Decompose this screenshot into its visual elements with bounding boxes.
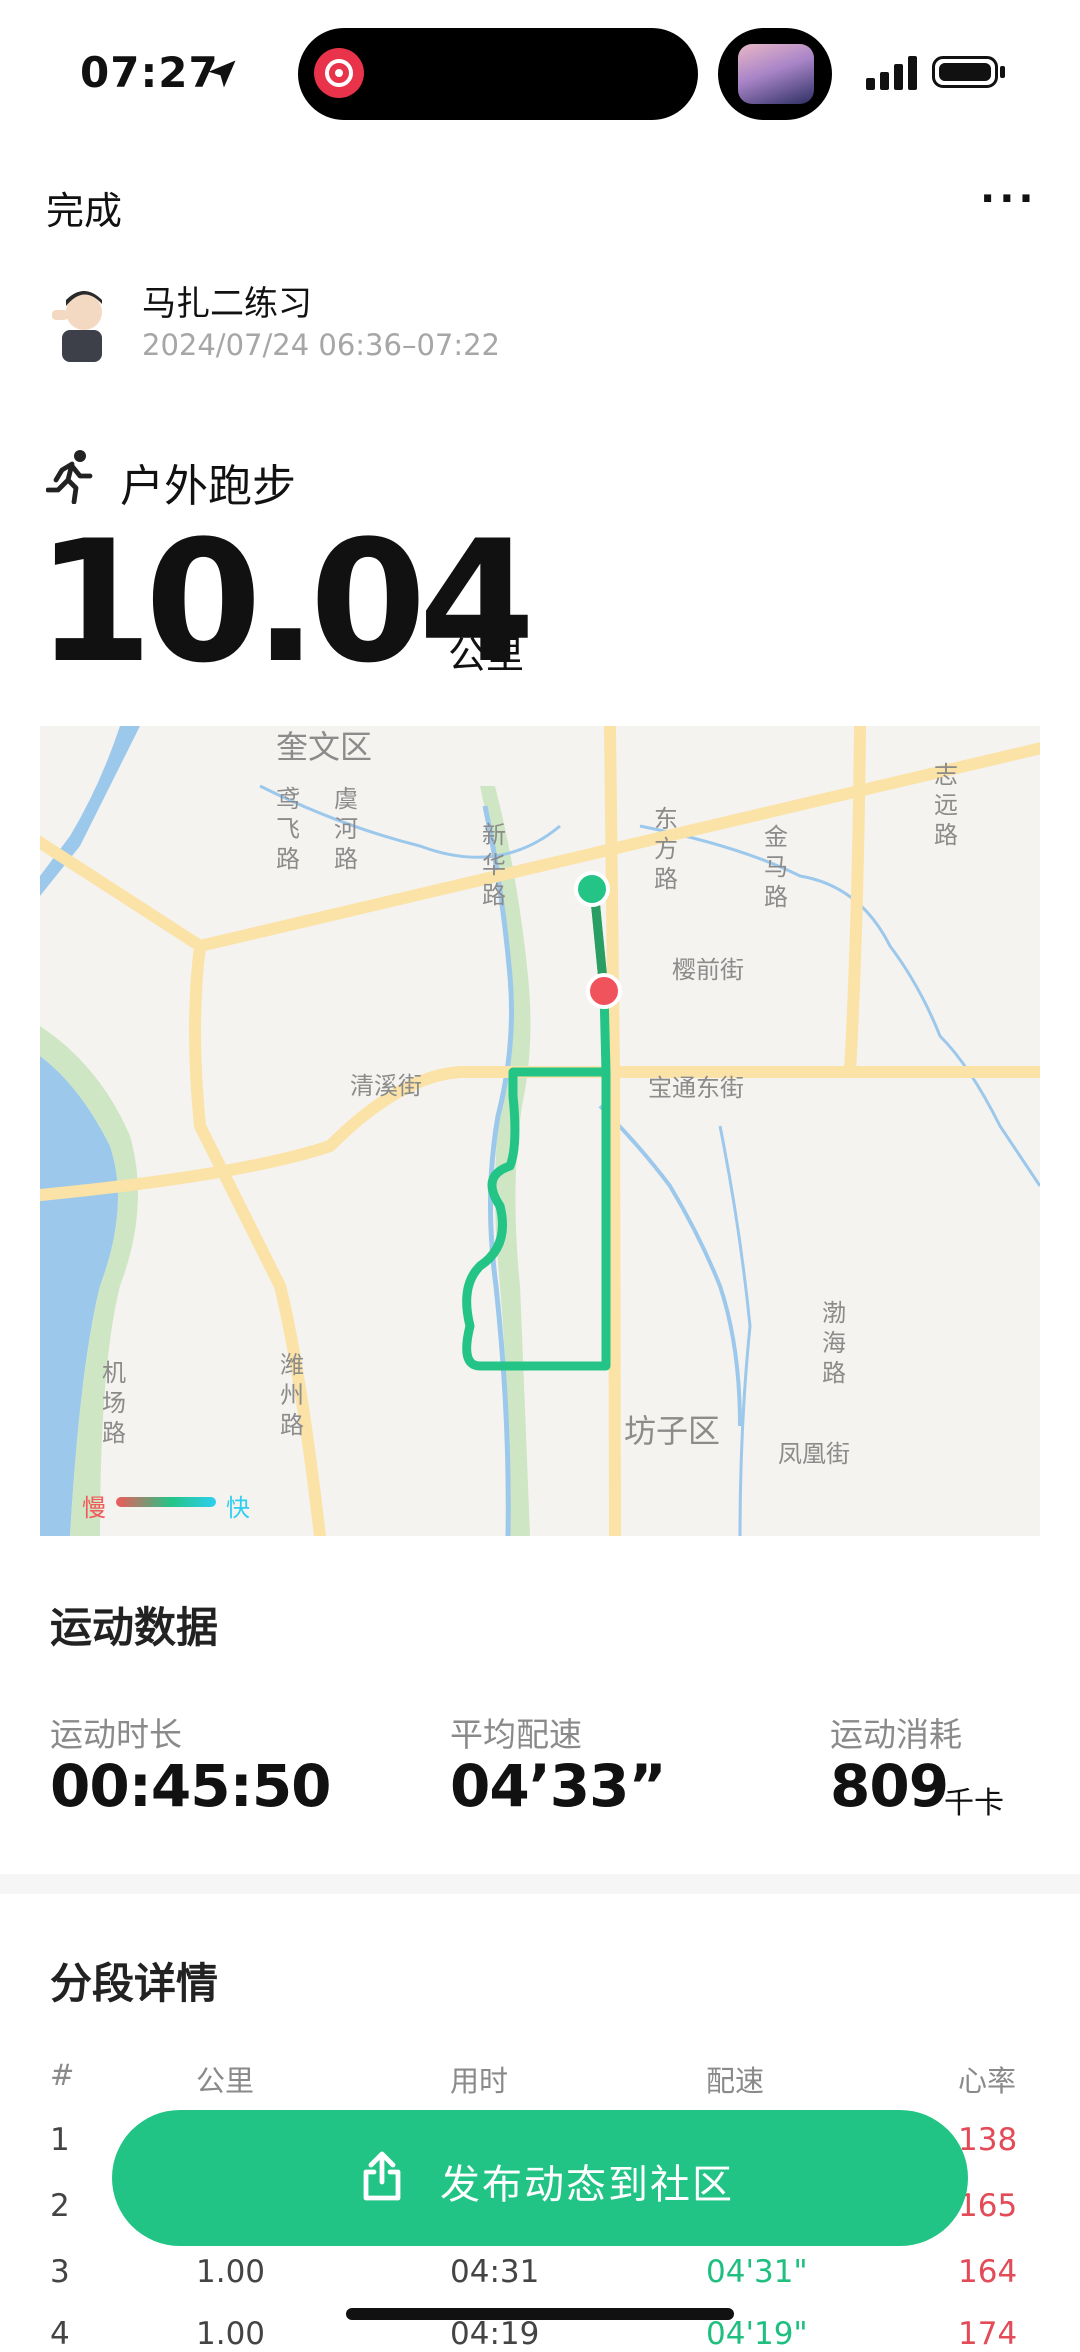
location-arrow-icon [208, 60, 236, 88]
map-label-road: 机 场 路 [102, 1359, 126, 1447]
split-row-heart-rate: 174 [958, 2316, 1018, 2352]
map-label-road: 潍 州 路 [280, 1351, 304, 1439]
more-options-button[interactable]: ··· [980, 176, 1038, 222]
splits-section-title: 分段详情 [50, 1959, 219, 2008]
duration-value: 00:45:50 [50, 1752, 332, 1820]
pace-legend-bar [116, 1497, 216, 1507]
publish-button-label: 发布动态到社区 [440, 2162, 734, 2208]
map-label-road: 渤 海 路 [822, 1299, 846, 1387]
map-label-street: 宝通东街 [648, 1074, 744, 1102]
map-label-road: 鸢 飞 路 [276, 785, 300, 873]
split-row-km: 1.00 [196, 2316, 266, 2352]
done-button[interactable]: 完成 [46, 180, 122, 235]
split-row-heart-rate: 138 [958, 2122, 1018, 2158]
battery-icon [932, 56, 998, 88]
route-map[interactable]: 奎文区 鸢 飞 路 虞 河 路 新 华 路 东 方 路 金 马 路 志 远 路 … [40, 726, 1040, 1536]
distance-unit: 公里 [448, 633, 525, 677]
calories-unit: 千卡 [944, 1786, 1004, 1821]
route-end-marker [586, 973, 622, 1009]
map-label-road: 志 远 路 [934, 761, 958, 849]
section-divider [0, 1874, 1080, 1894]
split-row-index: 4 [50, 2316, 70, 2352]
splits-header-index: # [50, 2058, 75, 2092]
calories-value: 809 [830, 1752, 949, 1820]
splits-header-heart-rate: 心率 [958, 2064, 1017, 2098]
publish-to-community-button[interactable]: 发布动态到社区 [112, 2110, 968, 2246]
pace-value: 04’33” [450, 1752, 667, 1820]
user-avatar[interactable] [48, 282, 114, 362]
map-label-road: 新 华 路 [482, 821, 506, 909]
home-indicator[interactable] [346, 2308, 734, 2320]
map-canvas [40, 726, 1040, 1536]
split-row-index: 2 [50, 2188, 70, 2224]
battery-tip [1000, 66, 1005, 78]
calories-label: 运动消耗 [830, 1715, 962, 1754]
status-time: 07:27 [80, 48, 219, 97]
map-label-street: 清溪街 [350, 1072, 422, 1100]
pace-label: 平均配速 [450, 1715, 582, 1754]
map-label-district: 奎文区 [276, 728, 373, 766]
map-label-road: 东 方 路 [654, 805, 678, 893]
route-start-marker [574, 871, 610, 907]
map-label-road: 金 马 路 [764, 823, 788, 911]
splits-header-time: 用时 [450, 2064, 509, 2098]
album-art-thumbnail [738, 44, 814, 104]
map-label-street: 凤凰街 [778, 1440, 850, 1468]
running-icon [46, 450, 93, 504]
splits-header-km: 公里 [196, 2064, 255, 2098]
stats-section-title: 运动数据 [50, 1603, 219, 1652]
split-row-heart-rate: 164 [958, 2254, 1018, 2290]
map-label-road: 虞 河 路 [334, 785, 358, 873]
legend-slow-label: 慢 [82, 1494, 106, 1522]
share-icon [363, 2151, 401, 2201]
splits-header-pace: 配速 [706, 2064, 765, 2098]
split-row-index: 1 [50, 2122, 70, 2158]
user-name[interactable]: 马扎二练习 [142, 276, 312, 325]
cellular-signal-icon [866, 56, 917, 90]
legend-fast-label: 快 [226, 1494, 250, 1522]
split-row-time: 04:19 [450, 2316, 540, 2352]
duration-label: 运动时长 [50, 1715, 182, 1754]
split-row-index: 3 [50, 2254, 70, 2290]
map-label-district: 坊子区 [624, 1412, 721, 1450]
split-row-km: 1.00 [196, 2254, 266, 2290]
split-row-pace: 04'19" [706, 2316, 808, 2352]
workout-time-range: 2024/07/24 06:36–07:22 [142, 328, 501, 362]
split-row-heart-rate: 165 [958, 2188, 1018, 2224]
map-label-street: 樱前街 [672, 956, 744, 984]
music-app-icon[interactable] [314, 48, 364, 98]
split-row-time: 04:31 [450, 2254, 540, 2290]
split-row-pace: 04'31" [706, 2254, 808, 2290]
